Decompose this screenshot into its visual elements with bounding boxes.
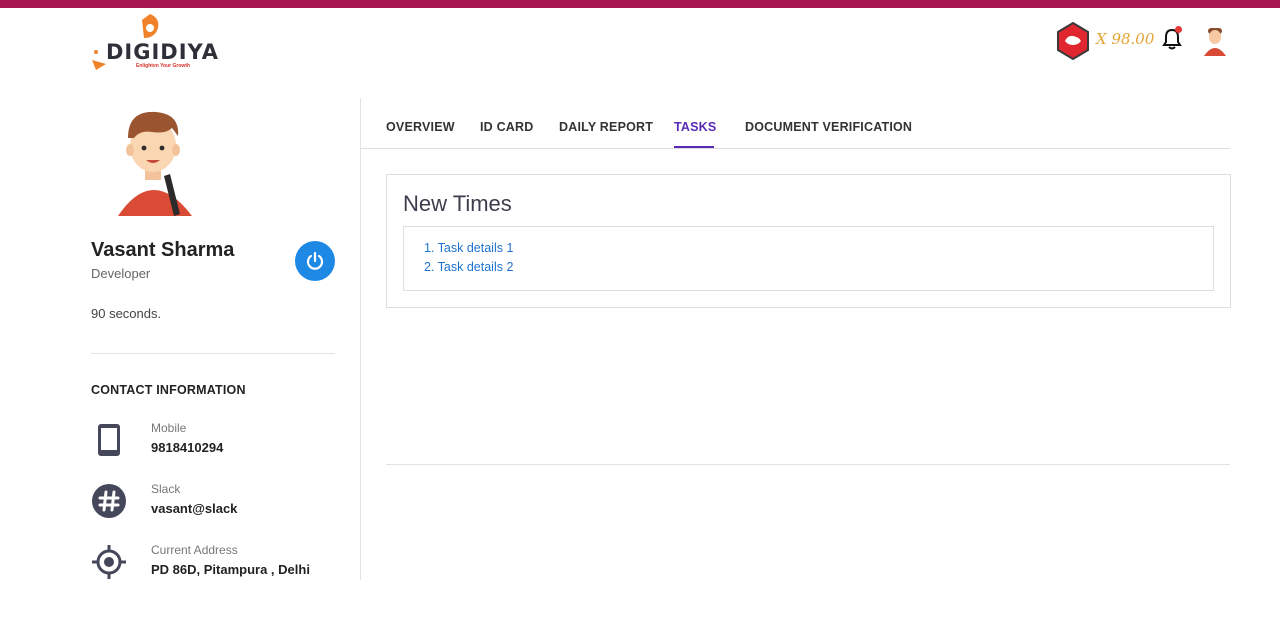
tabs-divider (361, 148, 1230, 149)
tasks-card-title: New Times (403, 191, 512, 216)
hexagon-badge-icon[interactable] (1056, 21, 1090, 65)
task-item[interactable]: 2. Task details 2 (424, 260, 513, 274)
column-divider (360, 98, 361, 580)
notification-dot (1175, 26, 1182, 33)
top-accent-bar (0, 0, 1280, 8)
location-target-icon (91, 544, 127, 585)
profile-avatar (108, 108, 198, 223)
logo-wordmark: DIGIDIYA (106, 40, 219, 64)
task-list (403, 226, 1214, 291)
contact-label-mobile: Mobile (151, 421, 187, 435)
contact-section-title: CONTACT INFORMATION (91, 383, 246, 397)
power-icon (306, 251, 324, 270)
profile-role: Developer (91, 266, 151, 281)
user-avatar-icon[interactable] (1202, 26, 1228, 63)
wallet-balance: X 98.00 (1096, 30, 1155, 48)
task-item[interactable]: 1. Task details 1 (424, 241, 513, 255)
divider (91, 353, 335, 354)
tab-tasks[interactable]: TASKS (674, 120, 716, 134)
content-divider (386, 464, 1230, 465)
tab-daily-report[interactable]: DAILY REPORT (559, 120, 653, 134)
tab-document-verification[interactable]: DOCUMENT VERIFICATION (745, 120, 912, 134)
session-timer: 90 seconds. (91, 306, 162, 321)
mobile-phone-icon (91, 422, 127, 463)
brand-logo[interactable]: DIGIDIYA Enlighten Your Growth (88, 10, 220, 72)
tab-id-card[interactable]: ID CARD (480, 120, 533, 134)
profile-name: Vasant Sharma (91, 239, 235, 261)
contact-label-address: Current Address (151, 543, 238, 557)
tab-overview[interactable]: OVERVIEW (386, 120, 455, 134)
power-button[interactable] (295, 241, 335, 281)
contact-label-slack: Slack (151, 482, 181, 496)
logo-tagline: Enlighten Your Growth (136, 63, 190, 69)
active-tab-indicator (674, 146, 714, 148)
contact-value-address: PD 86D, Pitampura , Delhi (151, 562, 310, 577)
contact-value-slack: vasant@slack (151, 501, 238, 516)
contact-value-mobile: 9818410294 (151, 440, 224, 455)
slack-hash-icon (91, 483, 127, 524)
